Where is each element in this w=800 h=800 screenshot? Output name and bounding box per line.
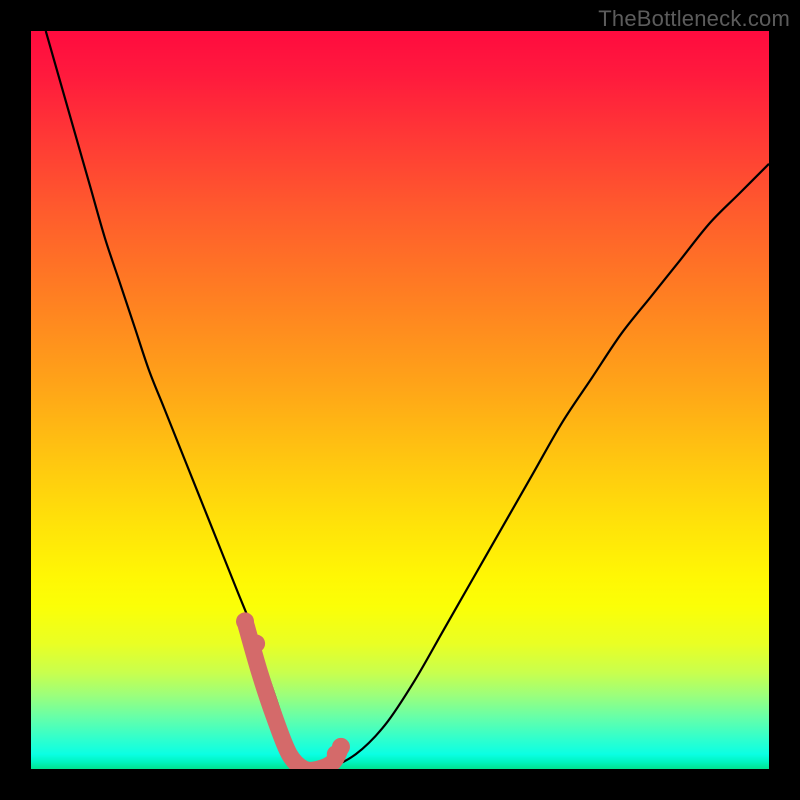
- branding-watermark: TheBottleneck.com: [598, 6, 790, 32]
- highlight-dot: [327, 745, 345, 763]
- chart-svg: [31, 31, 769, 769]
- bottleneck-curve: [46, 31, 769, 769]
- highlight-dot: [236, 612, 254, 630]
- chart-stage: TheBottleneck.com: [0, 0, 800, 800]
- highlight-dot: [247, 635, 265, 653]
- plot-area: [31, 31, 769, 769]
